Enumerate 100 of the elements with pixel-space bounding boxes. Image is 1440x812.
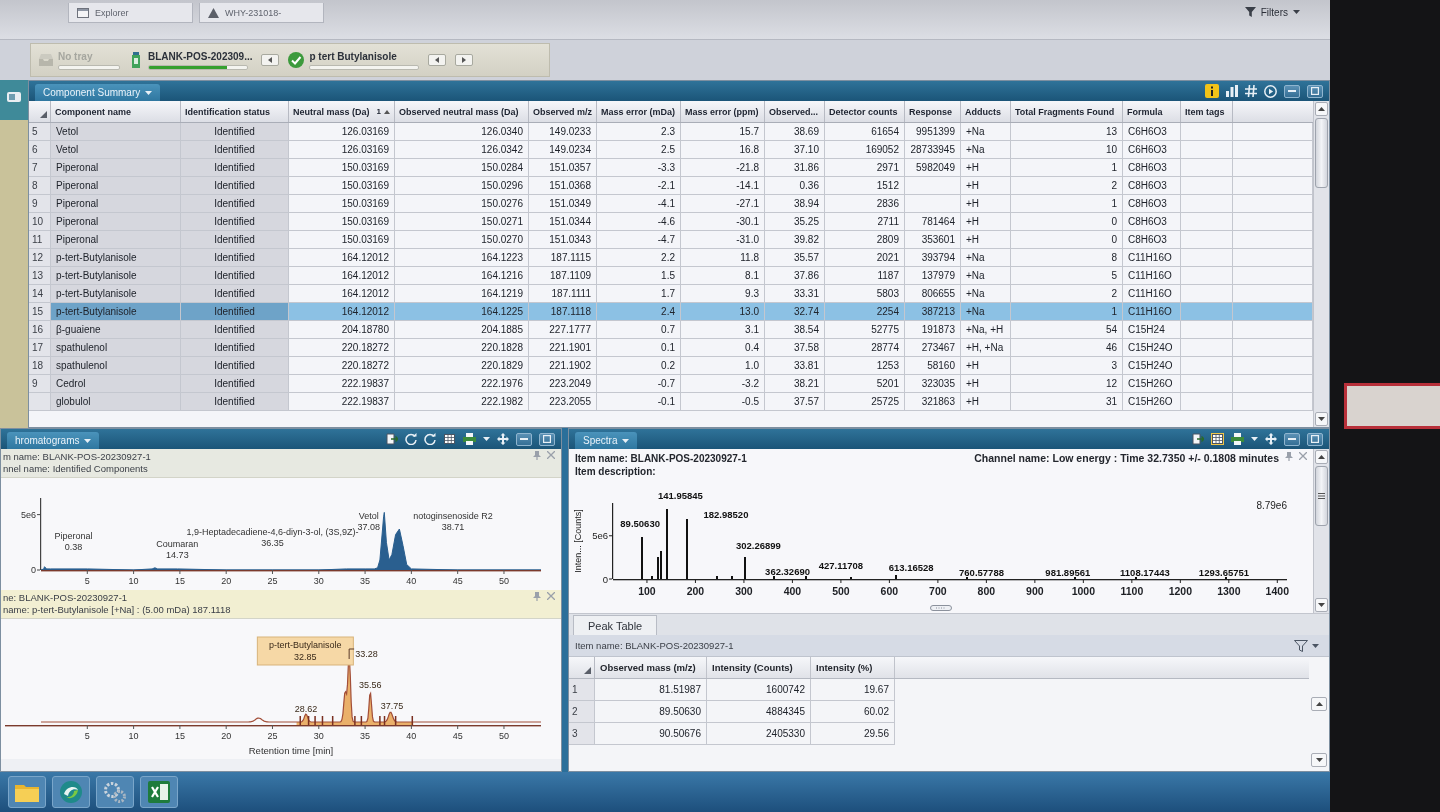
column-header[interactable]: Observed... bbox=[765, 101, 825, 122]
scroll-up-button[interactable] bbox=[1311, 697, 1327, 711]
move-icon[interactable] bbox=[497, 433, 509, 445]
column-header[interactable]: Observed mass (m/z) bbox=[595, 657, 707, 678]
column-header[interactable]: Component name bbox=[51, 101, 181, 122]
window-tab[interactable]: Explorer bbox=[68, 3, 193, 23]
table-row[interactable]: 9 Cedrol Identified 222.19837 222.1976 223.2049 -0.7 -3.2 38.21 5201 323035 +H 12 C15H26O bbox=[29, 375, 1313, 393]
print-icon[interactable] bbox=[1231, 433, 1244, 445]
maximize-button[interactable] bbox=[1307, 432, 1323, 446]
caret-down-icon[interactable] bbox=[1312, 643, 1319, 648]
caret-down-icon[interactable] bbox=[622, 438, 630, 443]
column-header[interactable]: Mass error (ppm) bbox=[681, 101, 765, 122]
table-row[interactable]: 17 spathulenol Identified 220.18272 220.1828 221.1901 0.1 0.4 37.58 28774 273467 +H, +Na 46 C15H24O bbox=[29, 339, 1313, 357]
caret-down-icon[interactable] bbox=[1251, 437, 1258, 441]
filters-button[interactable]: Filters bbox=[1238, 3, 1306, 21]
column-header[interactable]: Detector counts bbox=[825, 101, 905, 122]
taskbar-button[interactable] bbox=[8, 776, 46, 808]
table-row[interactable]: 15 p-tert-Butylanisole Identified 164.12012 164.1225 187.1118 2.4 13.0 32.74 2254 387213 +Na 1 C11H16O bbox=[29, 303, 1313, 321]
table-row[interactable]: 8 Piperonal Identified 150.03169 150.0296 151.0368 -2.1 -14.1 0.36 1512 +H 2 C8H6O3 bbox=[29, 177, 1313, 195]
table-row[interactable]: 18 spathulenol Identified 220.18272 220.1829 221.1902 0.2 1.0 33.81 1253 58160 +H 3 C15H24O bbox=[29, 357, 1313, 375]
scroll-down-button[interactable] bbox=[1311, 753, 1327, 767]
table-row[interactable]: 7 Piperonal Identified 150.03169 150.0284 151.0357 -3.3 -21.8 31.86 2971 5982049 +H 1 C8H6O3 bbox=[29, 159, 1313, 177]
print-icon[interactable] bbox=[463, 433, 476, 445]
table-icon[interactable] bbox=[1211, 433, 1224, 445]
table-row[interactable]: 10 Piperonal Identified 150.03169 150.0271 151.0344 -4.6 -30.1 35.25 2711 781464 +H 0 C8H6O3 bbox=[29, 213, 1313, 231]
filter-icon[interactable] bbox=[1294, 639, 1308, 652]
channel-name: name: p-tert-Butylanisole [+Na] : (5.00 mDa) 187.1118 bbox=[3, 604, 232, 616]
table-row[interactable]: 13 p-tert-Butylanisole Identified 164.12012 164.1216 187.1109 1.5 8.1 37.86 1187 137979 +Na 5 C11H16O bbox=[29, 267, 1313, 285]
move-icon[interactable] bbox=[1265, 433, 1277, 445]
column-header[interactable]: Intensity (%) bbox=[811, 657, 895, 678]
column-header[interactable]: Adducts bbox=[961, 101, 1011, 122]
panel-tab[interactable]: Peak Table bbox=[573, 615, 658, 635]
taskbar-button[interactable] bbox=[52, 776, 90, 808]
grip-icon[interactable] bbox=[930, 605, 952, 611]
column-header[interactable]: Response bbox=[905, 101, 961, 122]
taskbar-button[interactable] bbox=[140, 776, 178, 808]
bar-chart-icon[interactable] bbox=[1226, 85, 1238, 97]
table-cell: spathulenol bbox=[51, 357, 181, 375]
table-row[interactable]: globulol Identified 222.19837 222.1982 223.2055 -0.1 -0.5 37.57 25725 321863 +H 31 C15H26O bbox=[29, 393, 1313, 411]
minimize-button[interactable] bbox=[1284, 84, 1300, 98]
table-cell: 2971 bbox=[825, 159, 905, 177]
table-row[interactable]: 6 Vetol Identified 126.03169 126.0342 149.0234 2.5 16.8 37.10 169052 28733945 +Na 10 C6H6O3 bbox=[29, 141, 1313, 159]
table-row[interactable]: 16 β-guaiene Identified 204.18780 204.1885 227.1777 0.7 3.1 38.54 52775 191873 +Na, +H 54 C15H24 bbox=[29, 321, 1313, 339]
table-cell: +H bbox=[961, 195, 1011, 213]
table-cell: 164.12012 bbox=[289, 249, 395, 267]
minimize-button[interactable] bbox=[1284, 432, 1300, 446]
taskbar-button[interactable] bbox=[96, 776, 134, 808]
column-header[interactable]: Formula bbox=[1123, 101, 1181, 122]
scroll-down-button[interactable] bbox=[1315, 412, 1328, 426]
panel-tab[interactable]: Component Summary bbox=[35, 84, 161, 101]
maximize-button[interactable] bbox=[1307, 84, 1323, 98]
panel-tab[interactable]: hromatograms bbox=[7, 432, 100, 449]
export-icon[interactable] bbox=[386, 433, 398, 445]
scroll-up-button[interactable] bbox=[1315, 450, 1328, 464]
caret-down-icon[interactable] bbox=[84, 438, 92, 443]
scroll-up-button[interactable] bbox=[1315, 102, 1328, 116]
table-cell: 28733945 bbox=[905, 141, 961, 159]
table-row[interactable]: 9 Piperonal Identified 150.03169 150.0276 151.0349 -4.1 -27.1 38.94 2836 +H 1 C8H6O3 bbox=[29, 195, 1313, 213]
minimize-button[interactable] bbox=[516, 432, 532, 446]
refresh-icon[interactable] bbox=[424, 433, 436, 445]
window-tab[interactable]: WHY-231018- bbox=[199, 3, 324, 23]
scrollbar-thumb[interactable] bbox=[1315, 118, 1328, 188]
column-header[interactable]: Observed m/z bbox=[529, 101, 597, 122]
x-tick-label: 20 bbox=[221, 576, 232, 586]
info-icon[interactable] bbox=[1205, 84, 1219, 98]
previous-button[interactable] bbox=[261, 54, 280, 66]
x-tick-label: 25 bbox=[267, 731, 278, 741]
column-header[interactable]: Mass error (mDa) bbox=[597, 101, 681, 122]
table-cell: 223.2049 bbox=[529, 375, 597, 393]
table-cell: 38.21 bbox=[765, 375, 825, 393]
column-header[interactable]: Total Fragments Found bbox=[1011, 101, 1123, 122]
table-cell: 387213 bbox=[905, 303, 961, 321]
previous-button[interactable] bbox=[428, 54, 447, 66]
hash-icon[interactable] bbox=[1245, 85, 1257, 97]
table-row[interactable]: 5 Vetol Identified 126.03169 126.0340 149.0233 2.3 15.7 38.69 61654 9951399 +Na 13 C6H6O3 bbox=[29, 123, 1313, 141]
maximize-button[interactable] bbox=[539, 432, 555, 446]
table-row[interactable]: 11 Piperonal Identified 150.03169 150.0270 151.0343 -4.7 -31.0 39.82 2809 353601 +H 0 C8H6O3 bbox=[29, 231, 1313, 249]
scrollbar-thumb[interactable] bbox=[1315, 466, 1328, 526]
column-header[interactable]: Neutral mass (Da) 1 bbox=[289, 101, 395, 122]
column-header[interactable]: Observed neutral mass (Da) bbox=[395, 101, 529, 122]
export-icon[interactable] bbox=[1192, 433, 1204, 445]
table-cell: 126.03169 bbox=[289, 123, 395, 141]
table-row[interactable]: 12 p-tert-Butylanisole Identified 164.12012 164.1223 187.1115 2.2 11.8 35.57 2021 393794 +Na 8 C11H16O bbox=[29, 249, 1313, 267]
table-cell: 149.0233 bbox=[529, 123, 597, 141]
next-button[interactable] bbox=[455, 54, 474, 66]
table-icon[interactable] bbox=[443, 433, 456, 445]
panel-tab[interactable]: Spectra bbox=[575, 432, 638, 449]
scroll-down-button[interactable] bbox=[1315, 598, 1328, 612]
table-cell: 221.1901 bbox=[529, 339, 597, 357]
column-header[interactable]: Item tags bbox=[1181, 101, 1233, 122]
table-cell: 221.1902 bbox=[529, 357, 597, 375]
table-cell: Cedrol bbox=[51, 375, 181, 393]
play-circle-icon[interactable] bbox=[1264, 84, 1277, 98]
undo-icon[interactable] bbox=[405, 433, 417, 445]
caret-down-icon[interactable] bbox=[483, 437, 490, 441]
x-tick-label: 1200 bbox=[1168, 585, 1192, 597]
column-header[interactable]: Intensity (Counts) bbox=[707, 657, 811, 678]
column-header[interactable]: Identification status bbox=[181, 101, 289, 122]
table-cell: 33.81 bbox=[765, 357, 825, 375]
caret-down-icon[interactable] bbox=[145, 90, 153, 95]
